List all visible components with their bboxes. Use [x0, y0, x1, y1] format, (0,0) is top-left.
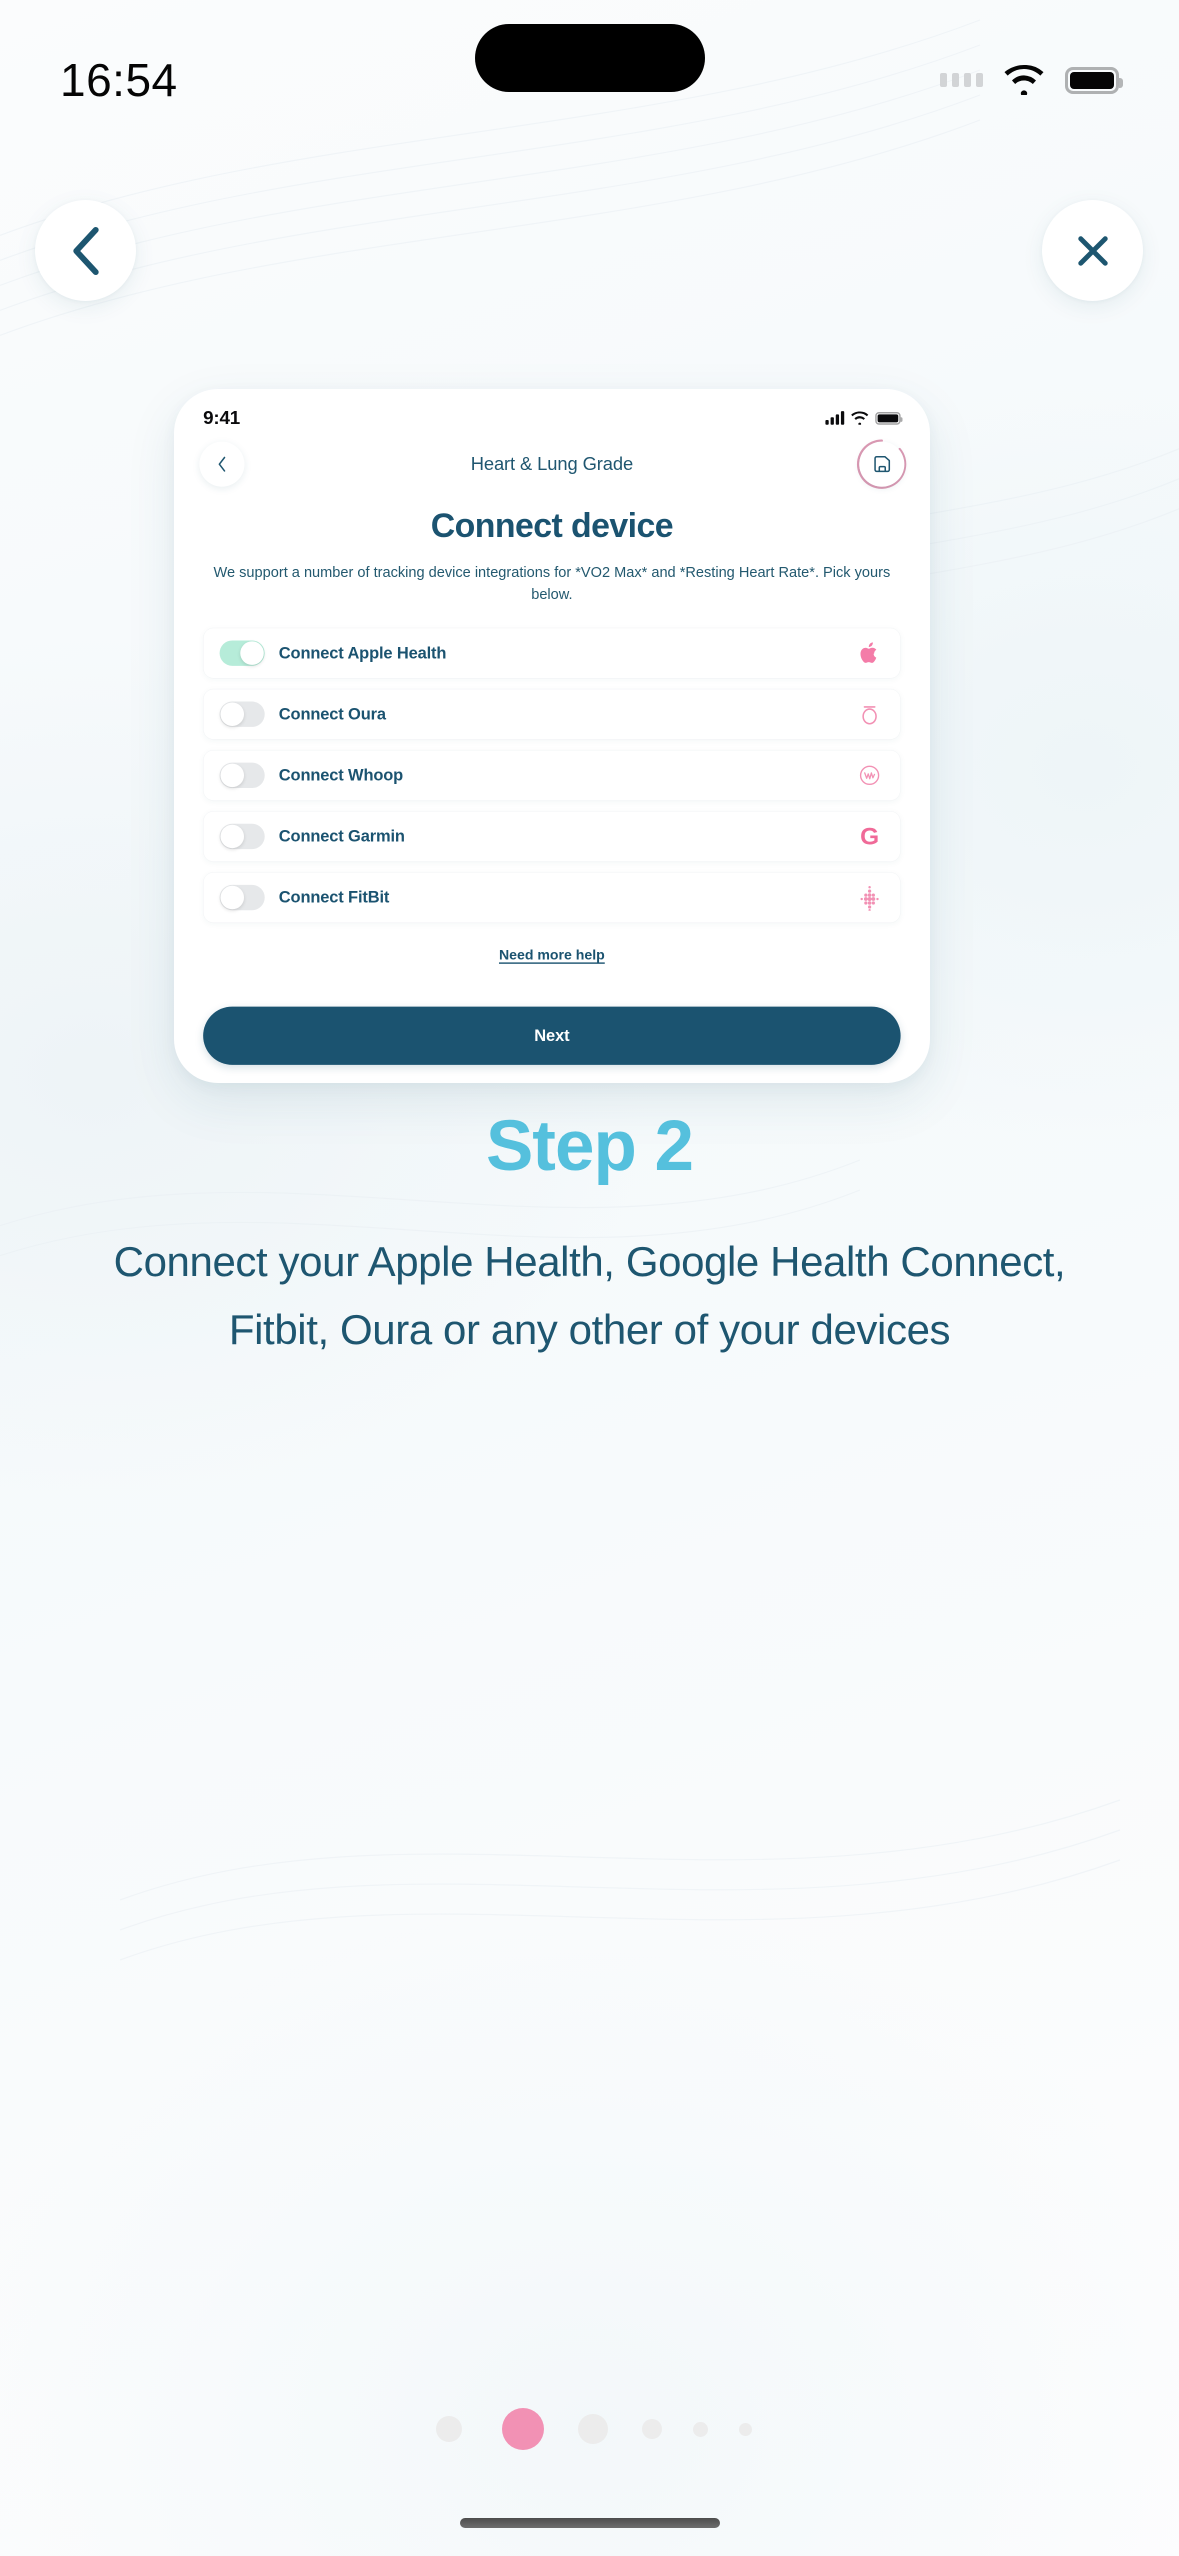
dot-slot: [486, 2408, 560, 2450]
battery-icon: [1065, 66, 1123, 94]
garmin-logo-icon: G: [860, 822, 880, 851]
phone-back-button[interactable]: [199, 441, 245, 487]
device-label: Connect Apple Health: [278, 643, 447, 663]
system-status-bar: 16:54: [0, 0, 1179, 160]
toggle-knob: [220, 702, 245, 726]
phone-header: Heart & Lung Grade: [174, 429, 930, 490]
phone-screen-title: Heart & Lung Grade: [470, 453, 634, 475]
dot-slot: [560, 2414, 626, 2444]
page-subtitle: We support a number of tracking device i…: [213, 563, 891, 603]
dot-slot: [626, 2419, 678, 2439]
oura-ring-icon: [855, 700, 884, 729]
pagination-dot-4[interactable]: [641, 2419, 662, 2439]
toggle-knob: [220, 763, 245, 788]
device-label: Connect Oura: [278, 704, 386, 724]
back-button[interactable]: [35, 200, 136, 301]
toggle-knob: [240, 641, 264, 665]
device-row-fitbit[interactable]: Connect FitBit: [203, 872, 901, 923]
system-status-icons: [940, 65, 1123, 95]
cellular-dots-icon: [940, 73, 983, 87]
home-indicator: [459, 2518, 720, 2528]
phone-clock: 9:41: [203, 407, 241, 428]
signal-bars-icon: [825, 411, 845, 425]
pagination-dot-2[interactable]: [501, 2408, 544, 2450]
dot-slot: [678, 2421, 724, 2437]
dot-slot: [412, 2416, 486, 2442]
page-title: Connect device: [430, 506, 674, 545]
dot-slot: [724, 2422, 768, 2436]
step-title: Step 2: [485, 1107, 694, 1186]
wifi-icon: [1004, 65, 1044, 95]
phone-body: Connect device We support a number of tr…: [174, 491, 930, 1065]
chevron-left-icon: [72, 226, 99, 275]
toggle-knob: [220, 824, 245, 849]
pagination-dots: [0, 2408, 1179, 2450]
device-label: Connect FitBit: [278, 888, 390, 907]
battery-icon: [875, 412, 903, 425]
phone-status-bar: 9:41: [174, 389, 930, 429]
device-row-whoop[interactable]: Connect Whoop: [203, 749, 901, 801]
whoop-logo-icon: [855, 761, 884, 790]
toggle-garmin[interactable]: [219, 823, 265, 850]
pagination-dot-5[interactable]: [693, 2421, 708, 2437]
toggle-knob: [220, 885, 245, 910]
pagination-dot-3[interactable]: [577, 2414, 608, 2444]
device-label: Connect Garmin: [278, 827, 405, 846]
system-clock: 16:54: [60, 54, 178, 106]
close-icon: [1077, 235, 1108, 266]
toggle-apple-health[interactable]: [219, 640, 265, 666]
close-button[interactable]: [1042, 200, 1143, 301]
device-row-apple-health[interactable]: Connect Apple Health: [203, 627, 901, 679]
wifi-icon: [851, 411, 869, 425]
device-label: Connect Whoop: [278, 765, 404, 785]
apple-logo-icon: [855, 639, 884, 668]
device-row-garmin[interactable]: Connect Garmin G: [203, 811, 901, 862]
device-list: Connect Apple Health Connect Oura Connec…: [203, 627, 901, 923]
pagination-dot-6[interactable]: [739, 2422, 752, 2436]
phone-mockup: 9:41 Heart & Lung Grade Connect device W…: [174, 389, 930, 1083]
step-description: Connect your Apple Health, Google Health…: [113, 1238, 1066, 1354]
fitbit-logo-icon: [855, 883, 884, 912]
toggle-fitbit[interactable]: [219, 884, 265, 911]
pagination-dot-1[interactable]: [435, 2416, 462, 2442]
save-button[interactable]: [856, 439, 907, 489]
next-button[interactable]: Next: [203, 1006, 901, 1065]
step-section: Step 2 Connect your Apple Health, Google…: [0, 1107, 1179, 1364]
dynamic-island: [474, 24, 705, 92]
toggle-whoop[interactable]: [219, 762, 265, 789]
need-more-help-link[interactable]: Need more help: [203, 947, 900, 963]
save-floppy-icon: [874, 455, 891, 473]
device-row-oura[interactable]: Connect Oura: [203, 688, 901, 740]
toggle-oura[interactable]: [219, 701, 265, 727]
chevron-left-icon: [218, 456, 226, 472]
